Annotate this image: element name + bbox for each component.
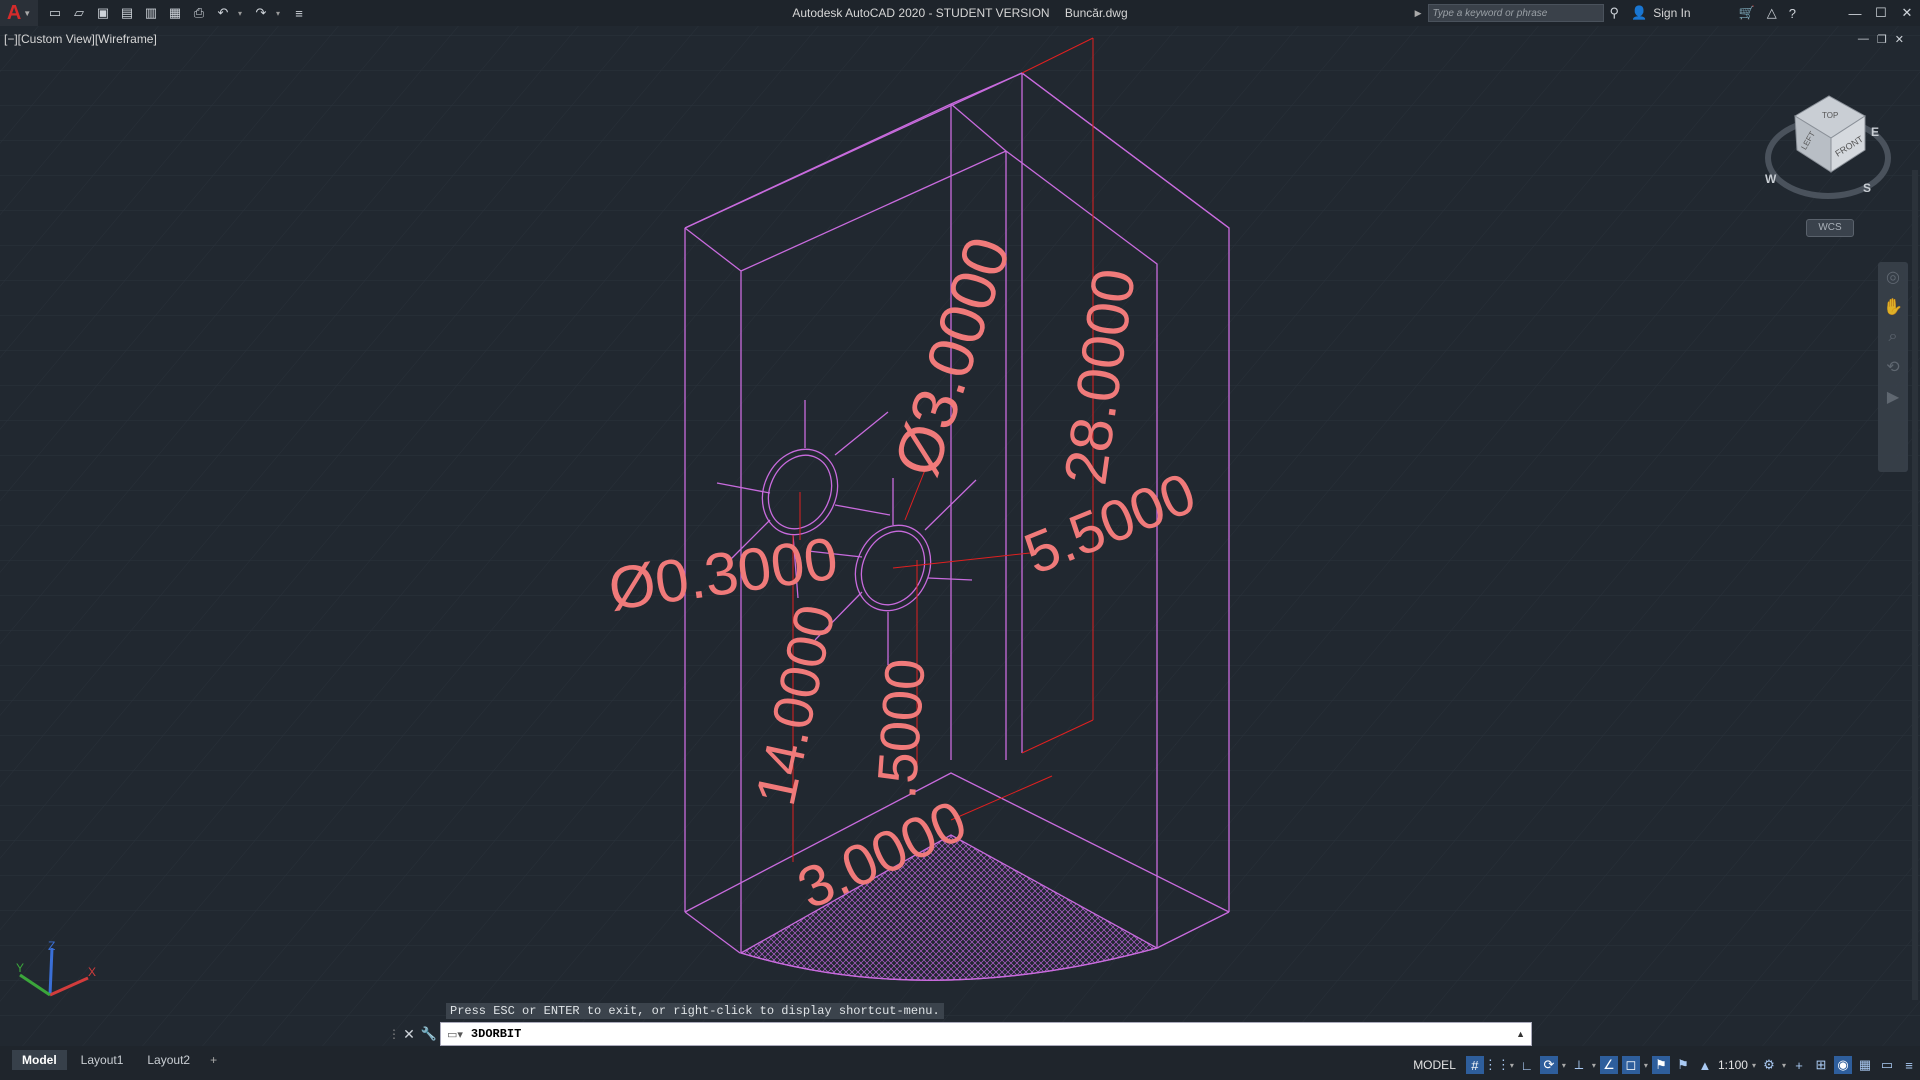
ucs-z-label: Z	[48, 939, 55, 953]
add-layout-button[interactable]: +	[204, 1050, 223, 1070]
a360-icon[interactable]: △	[1767, 5, 1777, 21]
viewport-controls-label[interactable]: [−][Custom View][Wireframe]	[4, 32, 157, 46]
polar-dropdown-icon[interactable]: ▾	[1562, 1061, 1566, 1070]
command-line: ⋮ ✕ 🔧 ▭▾ 3DORBIT ▲	[388, 1022, 1532, 1046]
command-history-icon[interactable]: ▲	[1516, 1029, 1525, 1039]
auto-scale-icon[interactable]: ⚑	[1674, 1056, 1692, 1074]
hardware-acceleration-icon[interactable]: ▦	[1856, 1056, 1874, 1074]
chevron-down-icon: ▼	[23, 8, 32, 18]
workspace-dropdown-icon[interactable]: ▾	[1782, 1061, 1786, 1070]
status-toggles: MODEL # ⋮⋮ ▾ ∟ ⟳ ▾ ⟂ ▾ ∠ ◻ ▾ ⚑ ⚑ ▲ 1:100…	[1413, 1056, 1918, 1074]
object-tracking-icon[interactable]: ∠	[1599, 1056, 1618, 1074]
new-icon[interactable]: ▭	[46, 4, 64, 22]
undo-icon[interactable]: ↶	[214, 4, 232, 22]
customize-qat-icon[interactable]: ≡	[290, 4, 308, 22]
save-icon[interactable]: ▣	[94, 4, 112, 22]
minimize-icon[interactable]: —	[1842, 6, 1868, 21]
customize-icon[interactable]: ≡	[1900, 1056, 1918, 1074]
clean-screen-icon[interactable]: ▭	[1878, 1056, 1896, 1074]
close-command-icon[interactable]: ✕	[400, 1026, 418, 1043]
settings-icon[interactable]: ⚙	[1760, 1056, 1778, 1074]
orbit-icon[interactable]: ⟲	[1878, 352, 1908, 382]
close-icon[interactable]: ✕	[1894, 5, 1920, 21]
snap-dropdown-icon[interactable]: ▾	[1510, 1061, 1514, 1070]
status-bar: Model Layout1 Layout2 + MODEL # ⋮⋮ ▾ ∟ ⟳…	[0, 1046, 1920, 1080]
steering-wheel-icon[interactable]: ◎	[1878, 262, 1908, 292]
vertical-scrollbar[interactable]	[1912, 170, 1918, 1000]
annotation-visibility-icon[interactable]: ⚑	[1651, 1056, 1670, 1074]
polar-icon[interactable]: ⟳	[1539, 1056, 1558, 1074]
drawing-viewport[interactable]: Ø3.0000 28.0000 5.5000 Ø0.3000 14.0000 .…	[0, 26, 1920, 1046]
ucs-y-label: Y	[16, 961, 24, 975]
ucs-x-label: X	[88, 965, 96, 979]
import-icon[interactable]: ▥	[142, 4, 160, 22]
units-icon[interactable]: ⊞	[1812, 1056, 1830, 1074]
open-icon[interactable]: ▱	[70, 4, 88, 22]
layout-tabs: Model Layout1 Layout2 +	[12, 1050, 223, 1070]
help-icon[interactable]: ?	[1789, 6, 1796, 21]
search-expand-icon[interactable]: ▶	[1415, 8, 1422, 19]
grid-icon[interactable]: #	[1465, 1056, 1484, 1074]
doc-restore-icon[interactable]: ❐	[1877, 33, 1887, 46]
undo-dropdown-icon[interactable]: ▾	[238, 9, 246, 18]
binoculars-icon[interactable]: ⚲	[1610, 5, 1620, 21]
isodraft-icon[interactable]: ⟂	[1570, 1056, 1588, 1074]
quick-access-toolbar: ▭ ▱ ▣ ▤ ▥ ▦ ⎙ ↶ ▾ ↷ ▾ ≡	[46, 4, 308, 22]
document-window-controls: — ❐ ✕	[1858, 33, 1904, 46]
osnap-dropdown-icon[interactable]: ▾	[1644, 1061, 1648, 1070]
maximize-icon[interactable]: ☐	[1868, 5, 1894, 21]
export-icon[interactable]: ▦	[166, 4, 184, 22]
isodraft-dropdown-icon[interactable]: ▾	[1592, 1061, 1596, 1070]
doc-minimize-icon[interactable]: —	[1858, 33, 1869, 46]
doc-close-icon[interactable]: ✕	[1895, 33, 1904, 46]
signin-link[interactable]: Sign In	[1653, 6, 1690, 20]
redo-icon[interactable]: ↷	[252, 4, 270, 22]
annotation-scale-icon[interactable]: ▲	[1696, 1056, 1714, 1074]
showmotion-icon[interactable]: ▶	[1878, 382, 1908, 412]
application-menu-button[interactable]: A ▼	[0, 0, 38, 26]
command-input[interactable]: ▭▾ 3DORBIT ▲	[440, 1022, 1532, 1046]
zoom-icon[interactable]: ⌕	[1878, 322, 1908, 352]
osnap-icon[interactable]: ◻	[1621, 1056, 1640, 1074]
scale-dropdown-icon[interactable]: ▾	[1752, 1061, 1756, 1070]
compass-w-label: W	[1765, 172, 1777, 186]
isolate-objects-icon[interactable]: ◉	[1834, 1056, 1852, 1074]
model-space-button[interactable]: MODEL	[1413, 1058, 1456, 1072]
command-prompt-icon[interactable]: ▭▾	[447, 1028, 463, 1041]
annotation-monitor-icon[interactable]: +	[1790, 1056, 1808, 1074]
command-value: 3DORBIT	[470, 1027, 522, 1041]
ucs-z-axis	[48, 947, 54, 996]
tab-layout2[interactable]: Layout2	[137, 1050, 200, 1070]
autocad-logo-icon: A	[6, 1, 22, 24]
title-right-tools: ▶ Type a keyword or phrase ⚲ 👤 Sign In 🛒…	[1415, 0, 1920, 26]
search-input[interactable]: Type a keyword or phrase	[1427, 4, 1604, 22]
tab-model[interactable]: Model	[12, 1050, 67, 1070]
compass-e-label: E	[1871, 125, 1879, 139]
pan-icon[interactable]: ✋	[1878, 292, 1908, 322]
annotation-scale-value[interactable]: 1:100	[1718, 1058, 1748, 1072]
customize-wrench-icon[interactable]: 🔧	[418, 1026, 440, 1042]
compass-s-label: S	[1863, 181, 1871, 195]
navigation-bar: ◎ ✋ ⌕ ⟲ ▶	[1878, 262, 1908, 472]
ortho-icon[interactable]: ∟	[1518, 1056, 1536, 1074]
ucs-menu-button[interactable]: WCS	[1806, 219, 1854, 237]
signin-user-icon[interactable]: 👤	[1631, 5, 1647, 21]
redo-dropdown-icon[interactable]: ▾	[276, 9, 284, 18]
cart-icon[interactable]: 🛒	[1739, 5, 1755, 21]
viewcube-top-label: TOP	[1822, 111, 1838, 120]
ucs-menu-label: WCS	[1818, 222, 1842, 233]
grip-icon[interactable]: ⋮	[388, 1027, 400, 1041]
dimension-5: .5000	[864, 657, 937, 801]
snap-icon[interactable]: ⋮⋮	[1484, 1056, 1510, 1074]
drawing-canvas: Ø3.0000 28.0000 5.5000 Ø0.3000 14.0000 .…	[0, 26, 1920, 1046]
tab-layout1[interactable]: Layout1	[71, 1050, 134, 1070]
command-tooltip: Press ESC or ENTER to exit, or right-cli…	[446, 1003, 944, 1019]
save-as-icon[interactable]: ▤	[118, 4, 136, 22]
plot-icon[interactable]: ⎙	[190, 4, 208, 22]
